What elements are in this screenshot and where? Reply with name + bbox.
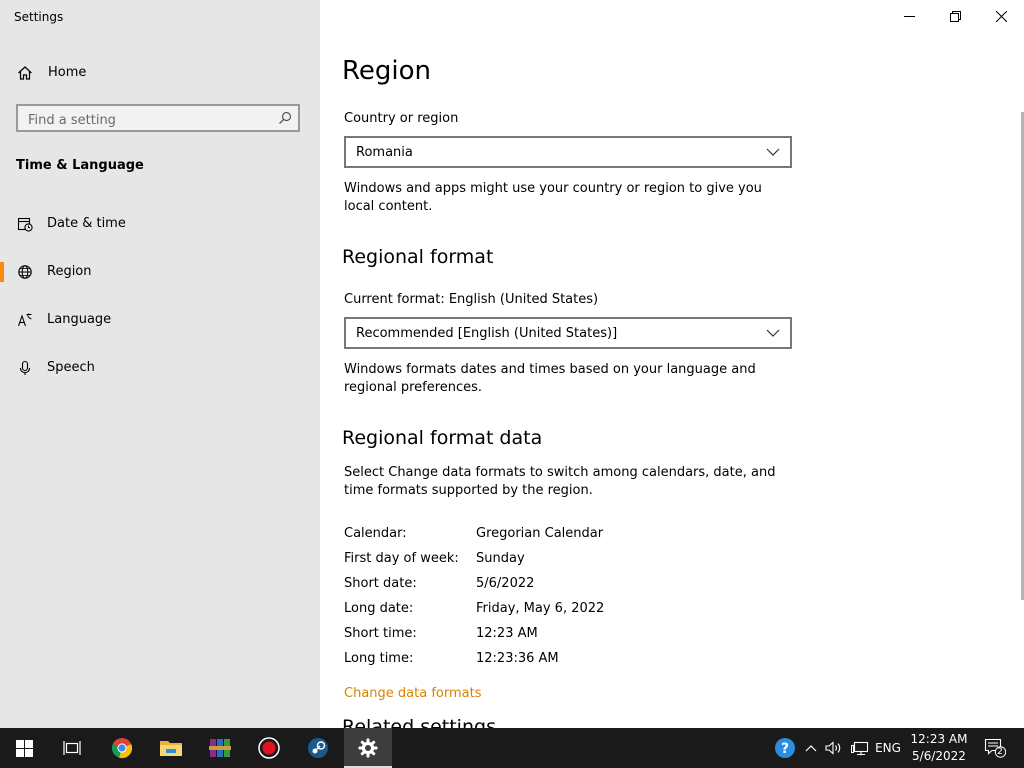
active-indicator — [0, 262, 4, 282]
task-view-button[interactable] — [48, 728, 96, 768]
restore-icon — [949, 10, 961, 22]
restore-button[interactable] — [932, 0, 978, 32]
clock[interactable]: 12:23 AM 5/6/2022 — [900, 731, 978, 765]
steam-icon — [308, 738, 328, 758]
regional-format-description: Windows formats dates and times based on… — [344, 362, 756, 395]
page-title: Region — [342, 56, 432, 86]
clock-date: 5/6/2022 — [912, 749, 966, 763]
network-tray-button[interactable] — [848, 728, 872, 768]
format-key: Short date: — [344, 576, 417, 591]
current-format-label: Current format: English (United States) — [344, 292, 599, 307]
format-key: Calendar: — [344, 526, 407, 541]
country-value: Romania — [356, 145, 413, 160]
search-input[interactable] — [26, 110, 270, 130]
calendar-clock-icon — [17, 217, 33, 232]
format-key: Long date: — [344, 601, 414, 616]
settings-button[interactable] — [344, 728, 392, 768]
network-icon — [851, 741, 869, 755]
format-value: Sunday — [476, 551, 525, 566]
volume-icon — [825, 741, 841, 755]
change-data-formats-link[interactable]: Change data formats — [344, 686, 481, 701]
help-tray-button[interactable]: ? — [770, 728, 800, 768]
chevron-up-icon — [805, 745, 817, 752]
winrar-icon — [209, 739, 231, 757]
country-dropdown[interactable]: Romania — [344, 136, 792, 168]
country-label: Country or region — [344, 111, 459, 126]
sidebar-item-speech[interactable]: Speech — [0, 350, 320, 386]
sidebar-item-region[interactable]: Region — [0, 254, 320, 290]
format-value: 5/6/2022 — [476, 576, 535, 591]
close-button[interactable] — [978, 0, 1024, 32]
search-icon — [279, 111, 292, 124]
nav-home-label: Home — [48, 65, 87, 80]
format-key: Long time: — [344, 651, 414, 666]
volume-tray-button[interactable] — [822, 728, 846, 768]
regional-format-dropdown[interactable]: Recommended [English (United States)] — [344, 317, 792, 349]
taskbar: ? ENG 12:23 AM 5/6/2022 2 — [0, 728, 1024, 768]
language-indicator[interactable]: ENG — [874, 728, 902, 768]
regional-format-heading: Regional format — [342, 246, 494, 268]
show-hidden-icons-button[interactable] — [802, 728, 820, 768]
minimize-button[interactable] — [886, 0, 932, 32]
language-icon — [17, 313, 32, 327]
file-explorer-button[interactable] — [147, 728, 195, 768]
file-explorer-icon — [160, 741, 182, 756]
globe-icon — [18, 265, 32, 279]
format-value: 12:23 AM — [476, 626, 538, 641]
help-icon: ? — [775, 738, 795, 758]
microphone-icon — [19, 360, 31, 375]
sidebar: Settings Home Time & Language Date & tim… — [0, 0, 320, 728]
chevron-down-icon — [766, 148, 780, 156]
format-key: First day of week: — [344, 551, 459, 566]
recorder-button[interactable] — [245, 728, 293, 768]
format-value: Friday, May 6, 2022 — [476, 601, 605, 616]
format-value: 12:23:36 AM — [476, 651, 559, 666]
format-value: Gregorian Calendar — [476, 526, 604, 541]
app-title: Settings — [14, 10, 64, 24]
format-key: Short time: — [344, 626, 417, 641]
sidebar-item-label: Region — [47, 264, 92, 279]
action-center-button[interactable]: 2 — [980, 728, 1010, 768]
minimize-icon — [903, 15, 915, 17]
settings-icon — [358, 738, 378, 758]
home-icon — [18, 66, 32, 80]
task-view-icon — [63, 741, 81, 755]
close-icon — [995, 10, 1007, 22]
chevron-down-icon — [766, 329, 780, 337]
search-box[interactable] — [16, 104, 300, 132]
related-settings-heading: Related settings — [342, 716, 496, 728]
start-button[interactable] — [0, 728, 48, 768]
notification-badge: 2 — [997, 747, 1003, 757]
svg-text:?: ? — [781, 741, 789, 757]
country-description: Windows and apps might use your country … — [344, 181, 762, 214]
start-icon — [15, 739, 33, 757]
sidebar-item-date-time[interactable]: Date & time — [0, 206, 320, 242]
sidebar-item-language[interactable]: Language — [0, 302, 320, 338]
clock-time: 12:23 AM — [910, 732, 968, 746]
sidebar-item-label: Language — [47, 312, 112, 327]
chrome-button[interactable] — [98, 728, 146, 768]
sidebar-item-label: Date & time — [47, 216, 126, 231]
record-icon — [258, 737, 280, 759]
regional-format-data-heading: Regional format data — [342, 427, 543, 449]
regional-format-value: Recommended [English (United States)] — [356, 326, 618, 341]
sidebar-item-label: Speech — [47, 360, 95, 375]
winrar-button[interactable] — [196, 728, 244, 768]
main-content: Region Country or region Romania Windows… — [320, 0, 1024, 728]
steam-button[interactable] — [294, 728, 342, 768]
section-title: Time & Language — [16, 158, 144, 173]
regional-format-data-description: Select Change data formats to switch amo… — [344, 465, 776, 498]
chrome-icon — [111, 738, 133, 759]
nav-home[interactable]: Home — [0, 58, 320, 88]
